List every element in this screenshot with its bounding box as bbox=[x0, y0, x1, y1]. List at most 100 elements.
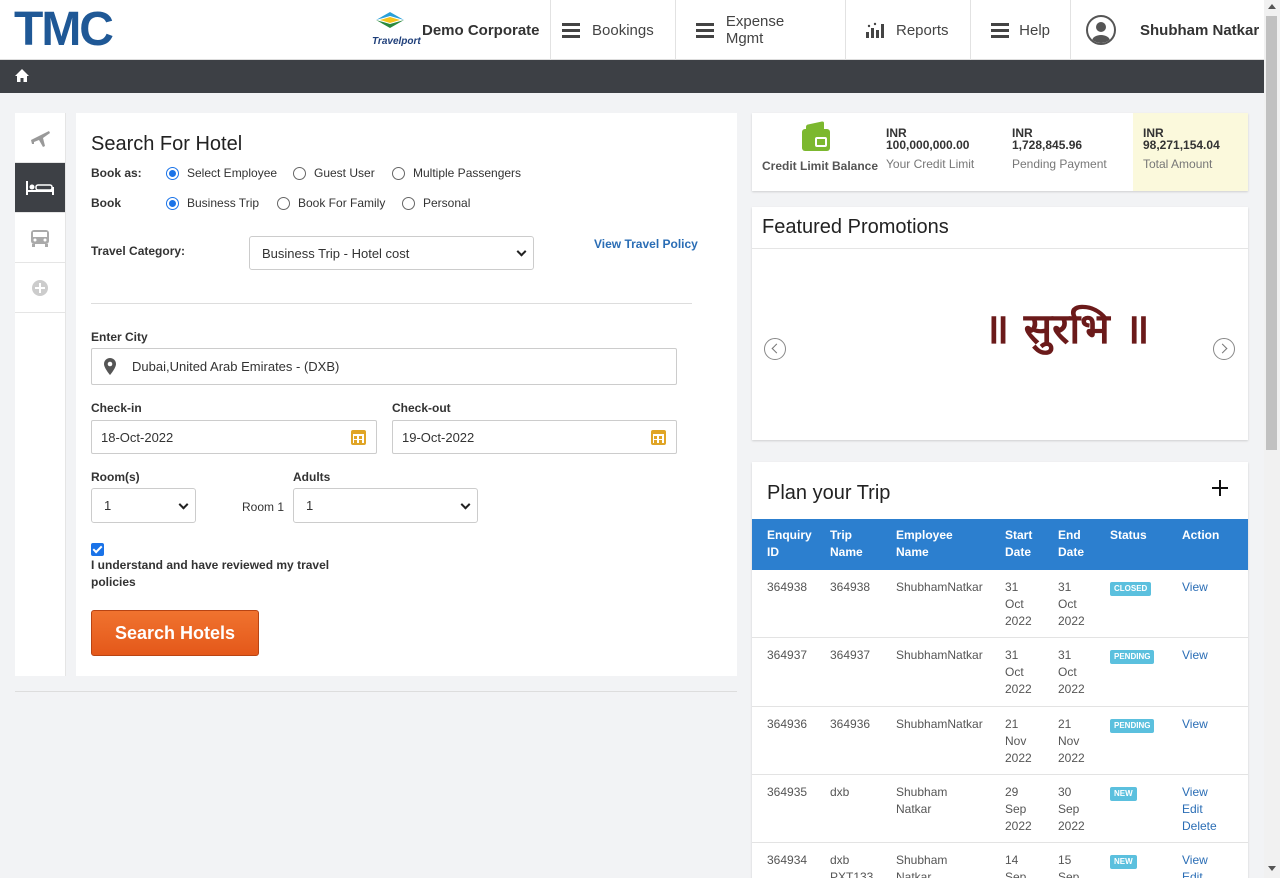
policy-ack-label: I understand and have reviewed my travel… bbox=[91, 557, 329, 591]
radio-circle[interactable] bbox=[293, 166, 306, 180]
view-travel-policy-link[interactable]: View Travel Policy bbox=[594, 237, 698, 251]
radio-label: Select Employee bbox=[187, 166, 278, 180]
action-view-link[interactable]: View bbox=[1182, 647, 1208, 664]
tab-more[interactable] bbox=[15, 263, 65, 313]
cell-status: NEW bbox=[1110, 852, 1137, 869]
table-row: 364935 dxb Shubham Natkar 29 Sep 2022 30 Sep 2022… bbox=[752, 775, 1248, 843]
cell-status: CLOSED bbox=[1110, 579, 1152, 596]
menu-icon bbox=[991, 22, 1009, 38]
action-edit-link[interactable]: Edit bbox=[1182, 869, 1208, 878]
menu-icon bbox=[562, 22, 580, 38]
tmc-logo[interactable]: TMC bbox=[14, 6, 114, 54]
add-trip-icon[interactable] bbox=[1212, 480, 1228, 496]
action-view-link[interactable]: View bbox=[1182, 716, 1208, 733]
promo-banner[interactable]: ॥ सुरभि ॥ bbox=[984, 299, 1150, 356]
breadcrumb-bar bbox=[0, 60, 1264, 93]
calendar-icon[interactable] bbox=[651, 430, 666, 445]
rooms-select[interactable]: 1 bbox=[91, 488, 196, 523]
calendar-icon[interactable] bbox=[351, 430, 366, 445]
radio-circle[interactable] bbox=[166, 196, 179, 210]
radio-personal[interactable]: Personal bbox=[402, 196, 470, 210]
checkout-label: Check-out bbox=[392, 401, 451, 415]
travelport-logo-text: Travelport bbox=[372, 36, 421, 47]
cell-employee-name: ShubhamNatkar bbox=[896, 648, 983, 662]
nav-expense-mgmt[interactable]: Expense Mgmt bbox=[676, 0, 846, 60]
policy-ack-checkbox[interactable] bbox=[91, 543, 104, 556]
total-amount-block: INR 98,271,154.04 Total Amount bbox=[1133, 113, 1248, 191]
nav-bookings[interactable]: Bookings bbox=[542, 0, 676, 60]
credit-limit-block: Credit Limit Balance bbox=[752, 113, 880, 191]
checkout-value: 19-Oct-2022 bbox=[402, 429, 475, 445]
nav-help[interactable]: Help bbox=[971, 0, 1071, 60]
user-menu[interactable]: Shubham Natkar bbox=[1086, 0, 1259, 60]
cell-actions: View bbox=[1182, 579, 1208, 596]
cell-start-date: 29 Sep 2022 bbox=[1005, 785, 1032, 833]
nav-reports[interactable]: Reports bbox=[846, 0, 971, 60]
action-view-link[interactable]: View bbox=[1182, 784, 1217, 801]
cell-actions: View bbox=[1182, 716, 1208, 733]
action-view-link[interactable]: View bbox=[1182, 579, 1208, 596]
checkin-value: 18-Oct-2022 bbox=[101, 429, 174, 445]
travel-category-select[interactable]: Business Trip - Hotel cost bbox=[249, 236, 534, 270]
credit-limit-card: Credit Limit Balance INR 100,000,000.00 … bbox=[752, 113, 1248, 191]
action-delete-link[interactable]: Delete bbox=[1182, 818, 1217, 835]
table-row: 364936 364936 ShubhamNatkar 21 Nov 2022 21 Nov 2… bbox=[752, 707, 1248, 775]
radio-circle[interactable] bbox=[392, 166, 405, 180]
cell-end-date: 21 Nov 2022 bbox=[1058, 717, 1085, 765]
bar-chart-icon bbox=[866, 22, 884, 38]
cell-start-date: 21 Nov 2022 bbox=[1005, 717, 1032, 765]
corporate-switcher[interactable]: Travelport Demo Corporate bbox=[368, 0, 551, 60]
page-scrollbar[interactable] bbox=[1264, 0, 1280, 878]
adults-select[interactable]: 1 bbox=[293, 488, 478, 523]
cell-end-date: 15Sep2022 bbox=[1058, 853, 1080, 878]
carousel-next-icon[interactable] bbox=[1213, 338, 1235, 360]
home-icon[interactable] bbox=[14, 68, 30, 84]
top-navbar: TMC Travelport Demo Corporate Bookings E… bbox=[0, 0, 1264, 60]
radio-guest-user[interactable]: Guest User bbox=[293, 166, 375, 180]
nav-expense-label: Expense Mgmt bbox=[725, 13, 785, 47]
cell-employee-name: ShubhamNatkar bbox=[896, 785, 948, 816]
status-badge: PENDING bbox=[1110, 650, 1155, 664]
tab-hotel[interactable] bbox=[15, 163, 65, 213]
amount-value: 100,000,000.00 bbox=[886, 138, 970, 152]
radio-business-trip[interactable]: Business Trip bbox=[166, 196, 259, 210]
table-row: 364934 dxbPXT133 ShubhamNatkar 14Sep2022 15S… bbox=[752, 843, 1248, 878]
cell-trip-name: 364937 bbox=[830, 648, 871, 662]
tab-flight[interactable] bbox=[15, 113, 65, 163]
rooms-label: Room(s) bbox=[91, 470, 140, 484]
carousel-prev-icon[interactable] bbox=[764, 338, 786, 360]
radio-multiple-passengers[interactable]: Multiple Passengers bbox=[392, 166, 521, 180]
city-input[interactable]: Dubai,United Arab Emirates - (DXB) bbox=[91, 348, 677, 385]
checkout-input[interactable]: 19-Oct-2022 bbox=[392, 420, 677, 454]
menu-icon bbox=[696, 22, 714, 38]
tab-car[interactable] bbox=[15, 213, 65, 263]
action-view-link[interactable]: View bbox=[1182, 852, 1208, 869]
radio-circle[interactable] bbox=[402, 196, 415, 210]
nav-help-label: Help bbox=[1019, 21, 1050, 39]
col-action: Action bbox=[1182, 528, 1220, 542]
search-hotels-button[interactable]: Search Hotels bbox=[91, 610, 259, 656]
table-row: 364938 364938 ShubhamNatkar 31 Oct 2022 31 Oct 2… bbox=[752, 570, 1248, 638]
checkin-input[interactable]: 18-Oct-2022 bbox=[91, 420, 377, 454]
action-edit-link[interactable]: Edit bbox=[1182, 801, 1217, 818]
radio-select-employee[interactable]: Select Employee bbox=[166, 166, 277, 180]
location-pin-icon bbox=[104, 358, 116, 375]
cell-enquiry-id: 364934 bbox=[767, 853, 808, 867]
status-badge: NEW bbox=[1110, 855, 1137, 869]
radio-circle[interactable] bbox=[277, 196, 290, 210]
scroll-down-arrow-icon[interactable] bbox=[1268, 866, 1276, 871]
nav-reports-label: Reports bbox=[896, 21, 949, 39]
amount-caption: Your Credit Limit bbox=[886, 157, 975, 171]
col-status: Status bbox=[1110, 528, 1147, 542]
adults-label: Adults bbox=[293, 470, 331, 484]
policy-ack-line: policies bbox=[91, 575, 136, 589]
chevron-down-icon bbox=[516, 246, 527, 257]
promotions-title: Featured Promotions bbox=[752, 207, 1248, 249]
scrollbar-thumb[interactable] bbox=[1266, 16, 1277, 450]
radio-book-for-family[interactable]: Book For Family bbox=[277, 196, 385, 210]
cell-actions: View Edit bbox=[1182, 852, 1208, 878]
table-row: 364937 364937 ShubhamNatkar 31 Oct 2022 31 Oct 2… bbox=[752, 638, 1248, 707]
scroll-up-arrow-icon[interactable] bbox=[1268, 4, 1276, 9]
radio-circle[interactable] bbox=[166, 166, 179, 180]
amount-value: 98,271,154.04 bbox=[1143, 138, 1220, 152]
